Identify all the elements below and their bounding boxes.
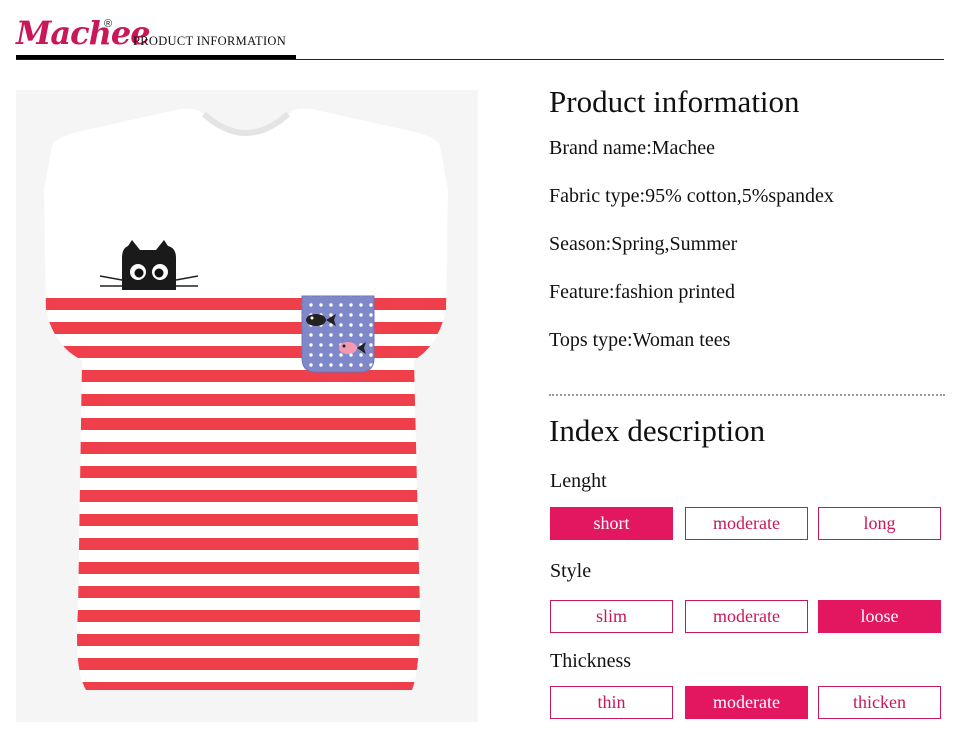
style-label: Style — [550, 560, 592, 582]
stripe — [44, 658, 448, 670]
length-option-moderate: moderate — [685, 507, 808, 540]
registered-mark: ® — [104, 18, 113, 30]
stripe — [44, 442, 448, 454]
stripe — [44, 562, 448, 574]
section-divider — [549, 394, 945, 396]
stripe — [44, 346, 448, 358]
length-option-long: long — [818, 507, 941, 540]
stripe — [44, 418, 448, 430]
stripe — [44, 394, 448, 406]
season-row: Season:Spring,Summer — [549, 233, 738, 255]
stripe-pattern — [44, 298, 448, 690]
tshirt-illustration — [16, 90, 478, 722]
stripe — [44, 298, 448, 310]
stripe — [44, 466, 448, 478]
thickness-option-moderate: moderate — [685, 686, 808, 719]
length-option-short: short — [550, 507, 673, 540]
product-image — [16, 90, 478, 722]
feature-row: Feature:fashion printed — [549, 281, 736, 303]
style-option-slim: slim — [550, 600, 673, 633]
stripe — [44, 514, 448, 526]
thickness-option-thicken: thicken — [818, 686, 941, 719]
stripe — [44, 490, 448, 502]
stripe — [44, 538, 448, 550]
fabric-type-row: Fabric type:95% cotton,5%spandex — [549, 185, 834, 207]
product-info-title: Product information — [549, 84, 800, 119]
tops-type-row: Tops type:Woman tees — [549, 329, 731, 351]
brand-name-row: Brand name:Machee — [549, 137, 716, 159]
style-option-loose: loose — [818, 600, 941, 633]
thickness-label: Thickness — [550, 650, 632, 672]
brand-logo: Machee — [16, 14, 151, 52]
page-header: Machee ® PRODUCT INFORMATION — [0, 0, 960, 62]
style-option-moderate: moderate — [685, 600, 808, 633]
stripe — [44, 610, 448, 622]
stripe — [44, 586, 448, 598]
header-divider — [16, 59, 944, 60]
thickness-option-thin: thin — [550, 686, 673, 719]
stripe — [44, 634, 448, 646]
length-label: Lenght — [550, 470, 607, 492]
stripe — [44, 370, 448, 382]
header-title: PRODUCT INFORMATION — [133, 34, 287, 48]
index-description-title: Index description — [549, 413, 766, 448]
stripe — [44, 322, 448, 334]
